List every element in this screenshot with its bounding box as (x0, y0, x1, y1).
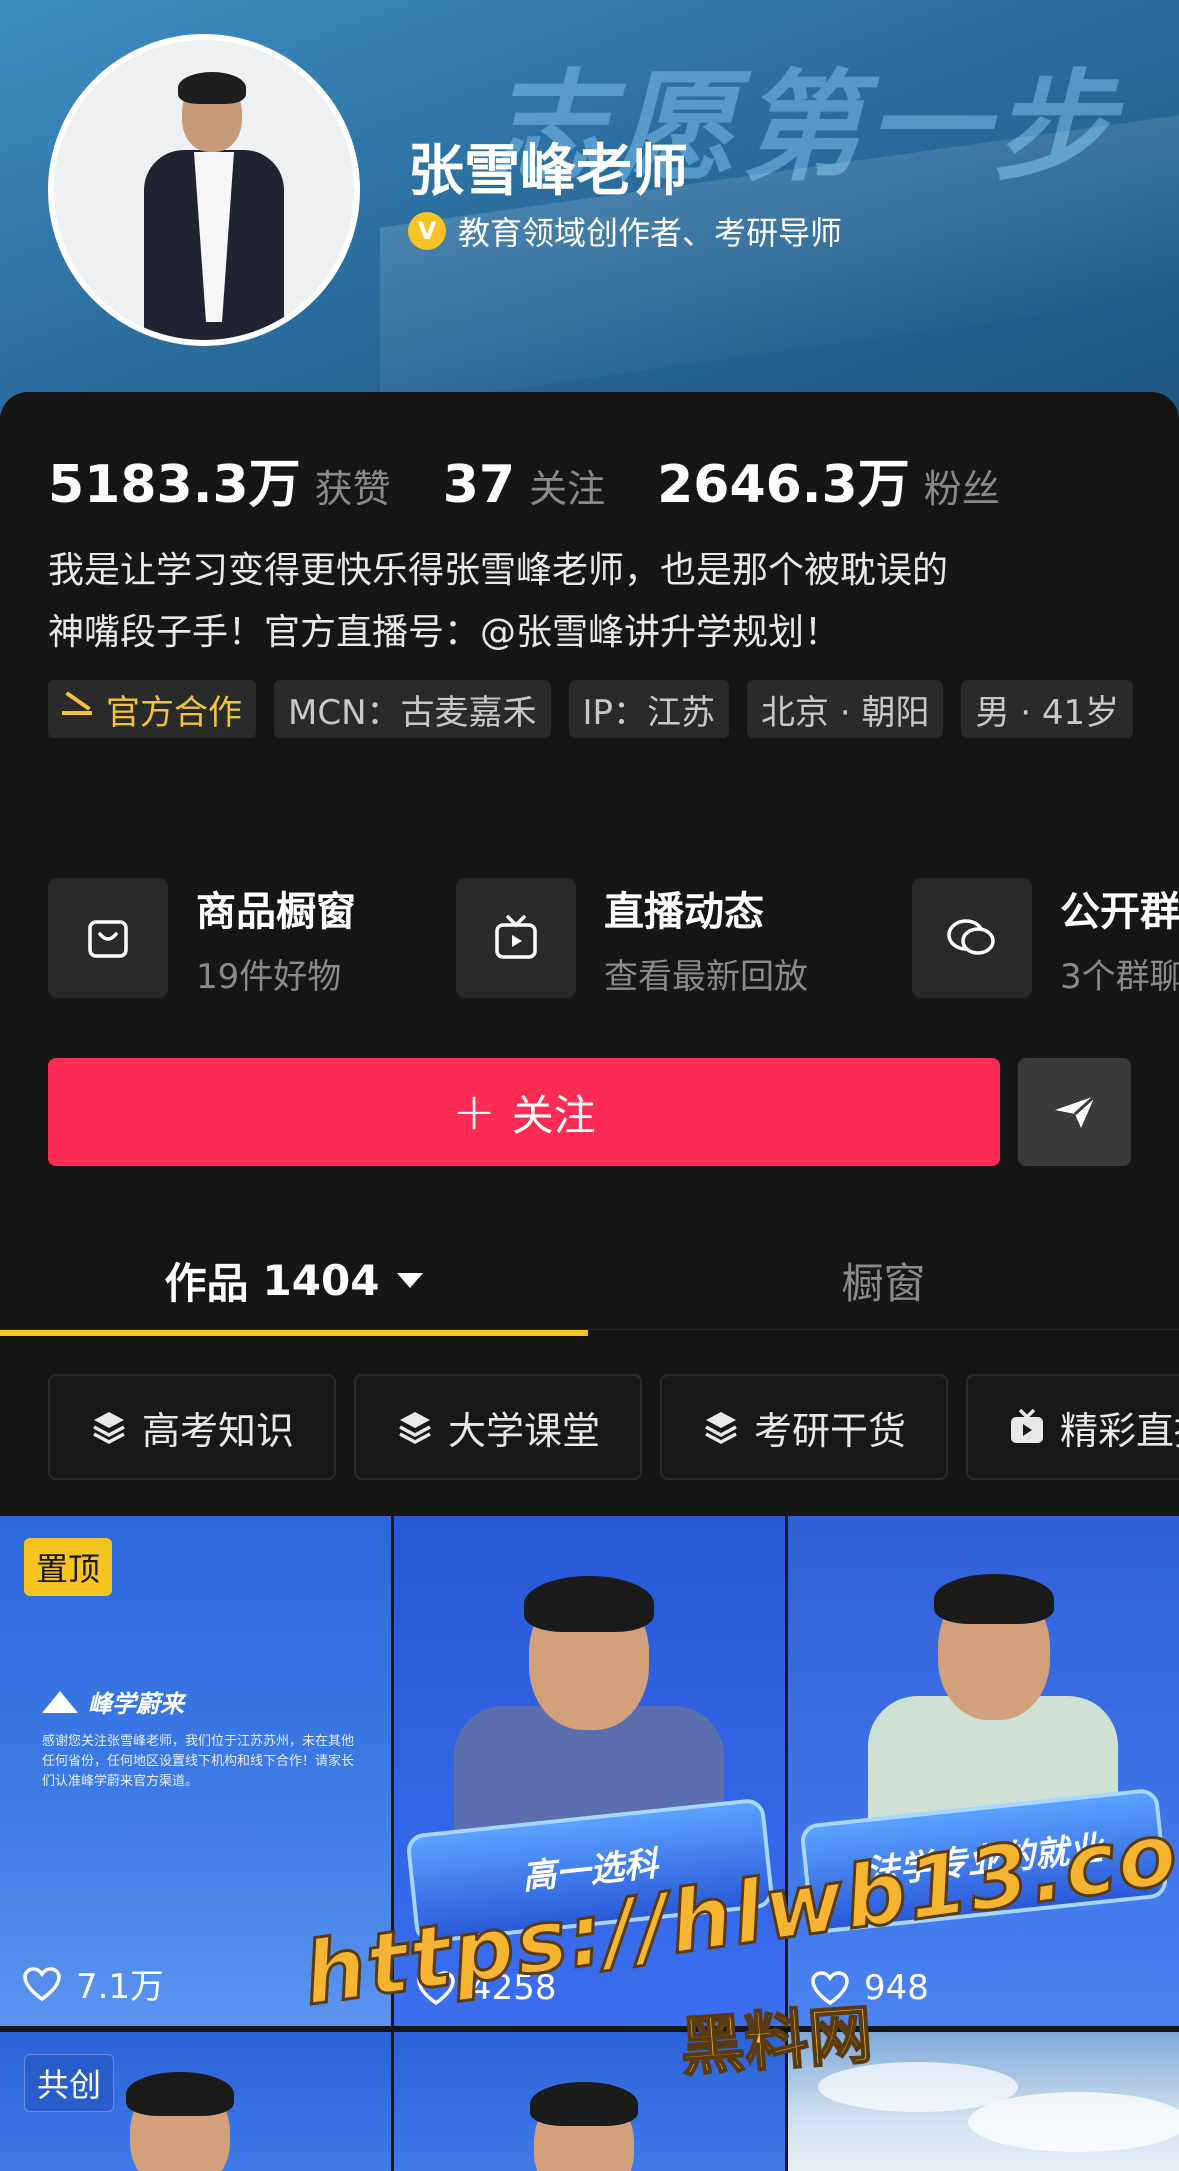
stack-icon (93, 1412, 125, 1444)
feature-row: 商品橱窗 19件好物 直播动态 查看最新回放 公开群 3个群聊 (48, 878, 1179, 998)
follow-label: 关注 (511, 1090, 596, 1140)
shopping-bag-icon (48, 878, 168, 998)
presenter-hair (126, 2072, 234, 2116)
watermark-name: 黑料网 (677, 1997, 876, 2086)
follow-button[interactable]: + 关注 (48, 1058, 1000, 1166)
chip-label: 考研干货 (754, 1408, 907, 1453)
chat-bubbles-icon (912, 878, 1032, 998)
caret-down-icon[interactable] (397, 1272, 424, 1288)
bio-line: 我是让学习变得更快乐得张雪峰老师，也是那个被耽误的 (48, 550, 949, 591)
tag-label: 北京 · 朝阳 (761, 692, 930, 733)
like-count: 7.1万 (22, 1959, 164, 2008)
bio-line[interactable]: 神嘴段子手！官方直播号：@张雪峰讲升学规划！ (48, 602, 1148, 664)
tag-list: 官方合作 MCN：古麦嘉禾 IP：江苏 北京 · 朝阳 男 · 41岁 (48, 680, 1148, 738)
collection-chip[interactable]: 考研干货 (660, 1374, 948, 1480)
presenter-hair (524, 1576, 654, 1632)
presenter-hair (530, 2082, 638, 2126)
tag-official-partner[interactable]: 官方合作 (48, 680, 256, 738)
tab-indicator (0, 1330, 588, 1336)
brand-name: 峰学蔚来 (88, 1690, 184, 1718)
feature-showcase[interactable]: 商品橱窗 19件好物 (48, 878, 356, 998)
tag-label: MCN：古麦嘉禾 (288, 692, 537, 733)
verified-line: V 教育领域创作者、考研导师 (408, 208, 842, 254)
feature-groups[interactable]: 公开群 3个群聊 (912, 878, 1179, 998)
brand-logo: 峰学蔚来 (42, 1684, 184, 1719)
chip-label: 高考知识 (142, 1408, 295, 1453)
tab-works-label: 作品 (164, 1258, 249, 1308)
tab-showcase[interactable]: 橱窗 (588, 1230, 1179, 1330)
stats-row: 5183.3万 获赞 37 关注 2646.3万 粉丝 (48, 442, 1052, 517)
stat-value: 5183.3万 (48, 455, 301, 515)
stat-following[interactable]: 37 关注 (443, 455, 605, 515)
tag-label: IP：江苏 (582, 692, 716, 733)
co-creation-badge: 共创 (24, 2054, 115, 2112)
stat-label: 获赞 (314, 467, 391, 511)
collection-chip[interactable]: 精彩直播 (966, 1374, 1179, 1480)
live-tv-icon (1011, 1408, 1043, 1443)
tab-showcase-label: 橱窗 (841, 1258, 926, 1308)
stack-icon (399, 1412, 431, 1444)
feature-live[interactable]: 直播动态 查看最新回放 (456, 878, 808, 998)
video-card[interactable]: 共创 (0, 2032, 391, 2171)
content-tabs: 作品 1404 橱窗 (0, 1230, 1179, 1330)
tab-works[interactable]: 作品 1404 (0, 1230, 588, 1330)
feature-subtitle: 查看最新回放 (604, 956, 808, 997)
stat-label: 关注 (529, 467, 606, 511)
tag-gender-age: 男 · 41岁 (961, 680, 1134, 738)
feature-title: 公开群 (1060, 888, 1179, 935)
like-value: 7.1万 (76, 1967, 165, 2007)
feature-subtitle: 3个群聊 (1060, 956, 1179, 997)
stat-likes: 5183.3万 获赞 (48, 442, 391, 517)
video-note: 感谢您关注张雪峰老师，我们位于江苏苏州，未在其他任何省份，任何地区设置线下机构和… (42, 1734, 355, 1789)
profile-banner: 志愿第一步 张雪峰老师 V 教育领域创作者、考研导师 (0, 0, 1179, 420)
collection-chip[interactable]: 大学课堂 (354, 1374, 642, 1480)
tag-ip: IP：江苏 (568, 680, 730, 738)
feature-title: 商品橱窗 (196, 888, 356, 935)
plus-icon: + (452, 1082, 496, 1142)
verified-label: 教育领域创作者、考研导师 (458, 214, 843, 252)
tag-label: 官方合作 (106, 692, 242, 733)
share-icon (1054, 1094, 1096, 1128)
verified-icon: V (408, 212, 446, 250)
stat-label: 粉丝 (923, 467, 1000, 511)
stat-value: 37 (442, 455, 516, 515)
tv-icon (456, 878, 576, 998)
avatar-hair (178, 72, 246, 104)
tag-location: 北京 · 朝阳 (747, 680, 944, 738)
partner-icon (62, 695, 96, 723)
like-value: 948 (864, 1968, 929, 2008)
logo-mark-icon (42, 1690, 78, 1713)
collection-chip[interactable]: 高考知识 (48, 1374, 336, 1480)
share-button[interactable] (1018, 1058, 1131, 1166)
avatar[interactable] (48, 34, 360, 346)
stat-value: 2646.3万 (657, 455, 910, 515)
stat-followers[interactable]: 2646.3万 粉丝 (657, 442, 1000, 517)
stack-icon (705, 1412, 737, 1444)
chip-label: 大学课堂 (448, 1408, 601, 1453)
chip-label: 精彩直播 (1060, 1408, 1179, 1453)
collection-chips: 高考知识 大学课堂 考研干货 精彩直播 (48, 1374, 1179, 1482)
bio: 我是让学习变得更快乐得张雪峰老师，也是那个被耽误的 神嘴段子手！官方直播号：@张… (48, 540, 1148, 664)
tab-works-count: 1404 (262, 1255, 380, 1305)
feature-subtitle: 19件好物 (196, 956, 342, 997)
feature-title: 直播动态 (604, 888, 764, 935)
heart-icon (23, 1966, 61, 2001)
pinned-badge: 置顶 (24, 1538, 113, 1596)
cloud-shape (968, 2092, 1179, 2152)
tag-mcn: MCN：古麦嘉禾 (274, 680, 551, 738)
profile-name: 张雪峰老师 (408, 139, 688, 204)
tag-label: 男 · 41岁 (975, 692, 1120, 733)
presenter-hair (934, 1574, 1054, 1624)
